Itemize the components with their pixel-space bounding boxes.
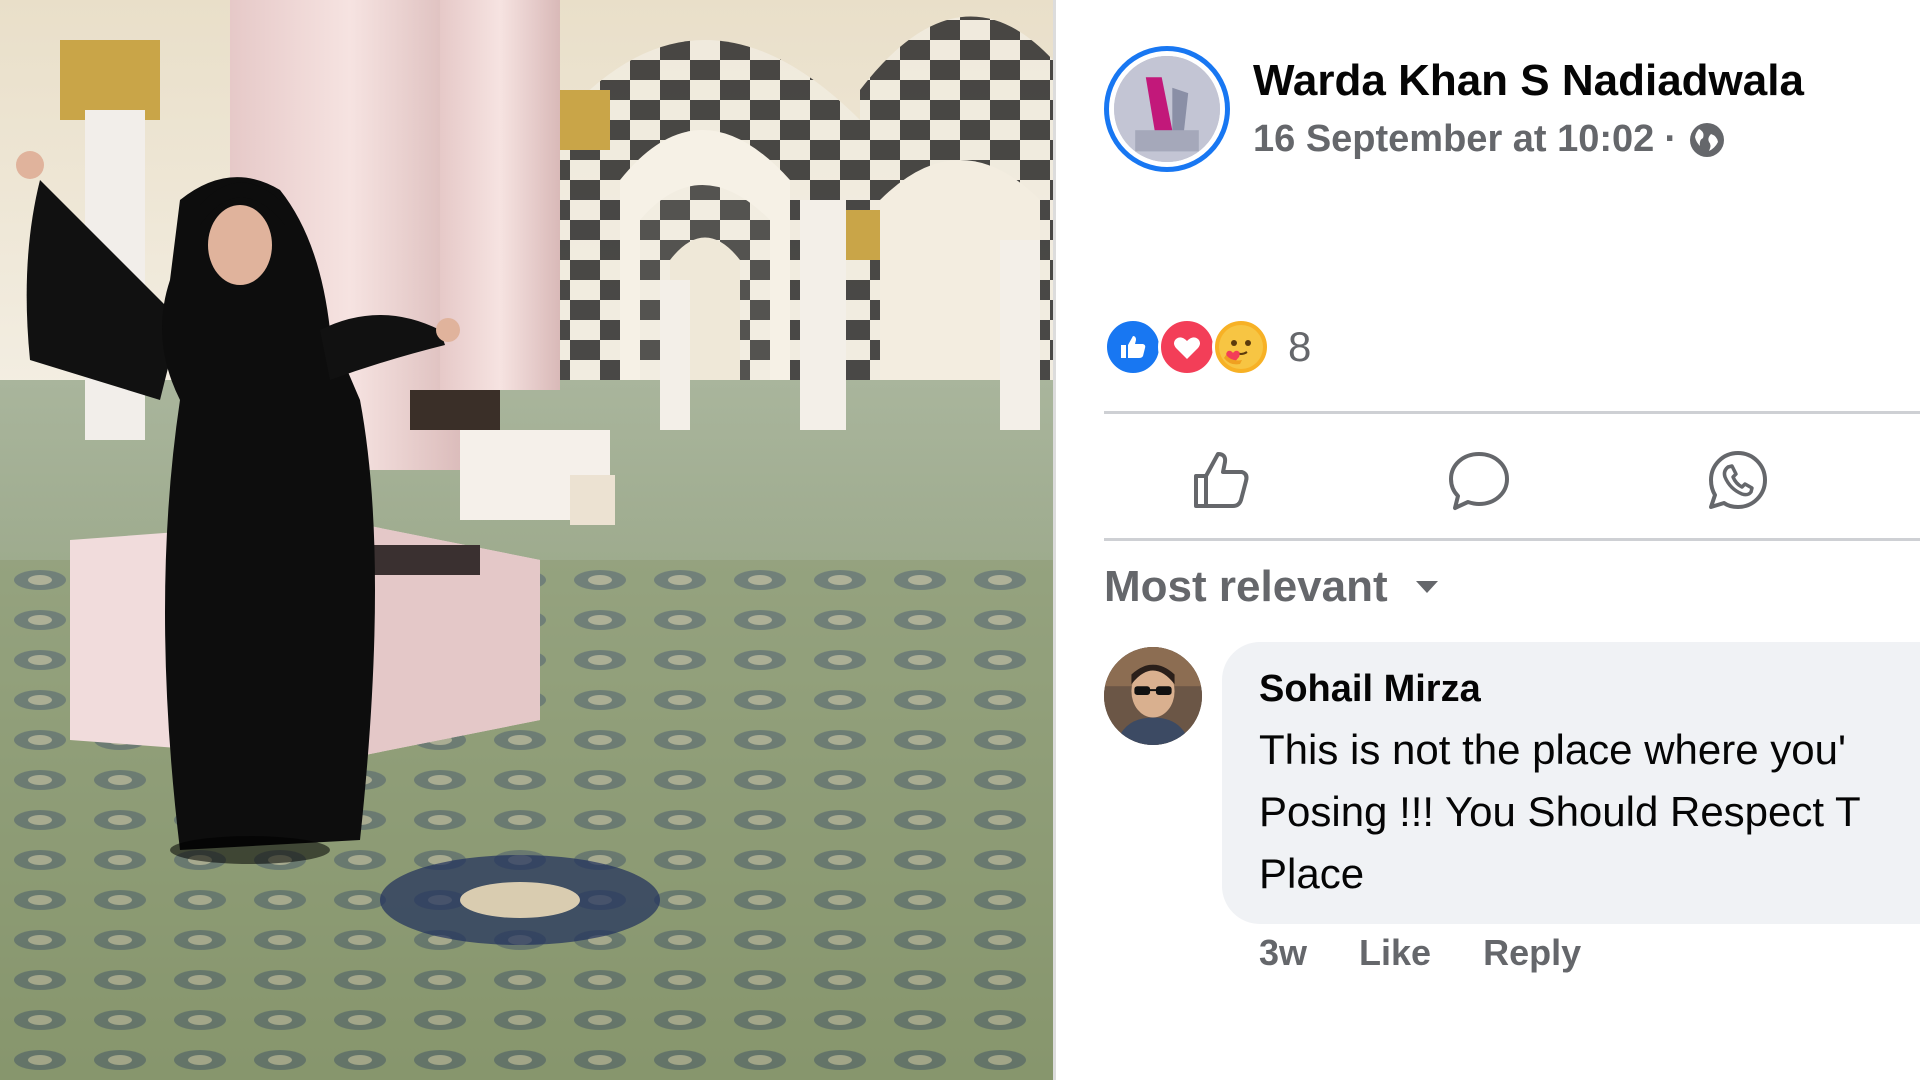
divider-bottom (1104, 538, 1920, 541)
love-reaction-icon (1158, 318, 1216, 376)
sort-label: Most relevant (1104, 562, 1388, 611)
post-meta: 16 September at 10:02 · (1253, 118, 1727, 161)
author-avatar[interactable] (1104, 46, 1230, 172)
comment-actions: 3w Like Reply (1259, 932, 1581, 974)
mosque-interior-image (0, 0, 1053, 1080)
reaction-count: 8 (1288, 323, 1312, 370)
comment-like-link[interactable]: Like (1359, 932, 1431, 974)
post-panel: Warda Khan S Nadiadwala 16 September at … (1056, 0, 1920, 1080)
comment-line: Posing !!! You Should Respect T (1259, 788, 1861, 835)
comment-text: This is not the place where you' Posing … (1259, 719, 1920, 905)
comment-age[interactable]: 3w (1259, 932, 1307, 974)
care-reaction-icon (1212, 318, 1270, 376)
comment-line: Place (1259, 850, 1365, 897)
post-photo[interactable] (0, 0, 1053, 1080)
meta-separator: · (1664, 118, 1677, 160)
author-avatar-image (1114, 56, 1220, 162)
comment-reply-link[interactable]: Reply (1483, 932, 1581, 974)
thumbs-up-icon[interactable] (1188, 448, 1252, 512)
like-reaction-icon (1104, 318, 1162, 376)
post-author-name[interactable]: Warda Khan S Nadiadwala (1253, 56, 1804, 106)
globe-icon[interactable] (1687, 120, 1727, 160)
screenshot: Warda Khan S Nadiadwala 16 September at … (0, 0, 1920, 1080)
comment-line: This is not the place where you' (1259, 726, 1846, 773)
reactions-summary[interactable]: 8 (1104, 318, 1311, 376)
commenter-name[interactable]: Sohail Mirza (1259, 668, 1920, 711)
commenter-avatar[interactable] (1104, 647, 1202, 745)
whatsapp-icon[interactable] (1706, 448, 1770, 512)
post-timestamp[interactable]: 16 September at 10:02 (1253, 118, 1654, 161)
comment-icon[interactable] (1447, 448, 1511, 512)
comment-bubble: Sohail Mirza This is not the place where… (1222, 642, 1920, 924)
caret-down-icon (1415, 581, 1438, 593)
divider-top (1104, 411, 1920, 414)
comment-sort-dropdown[interactable]: Most relevant (1104, 562, 1440, 612)
